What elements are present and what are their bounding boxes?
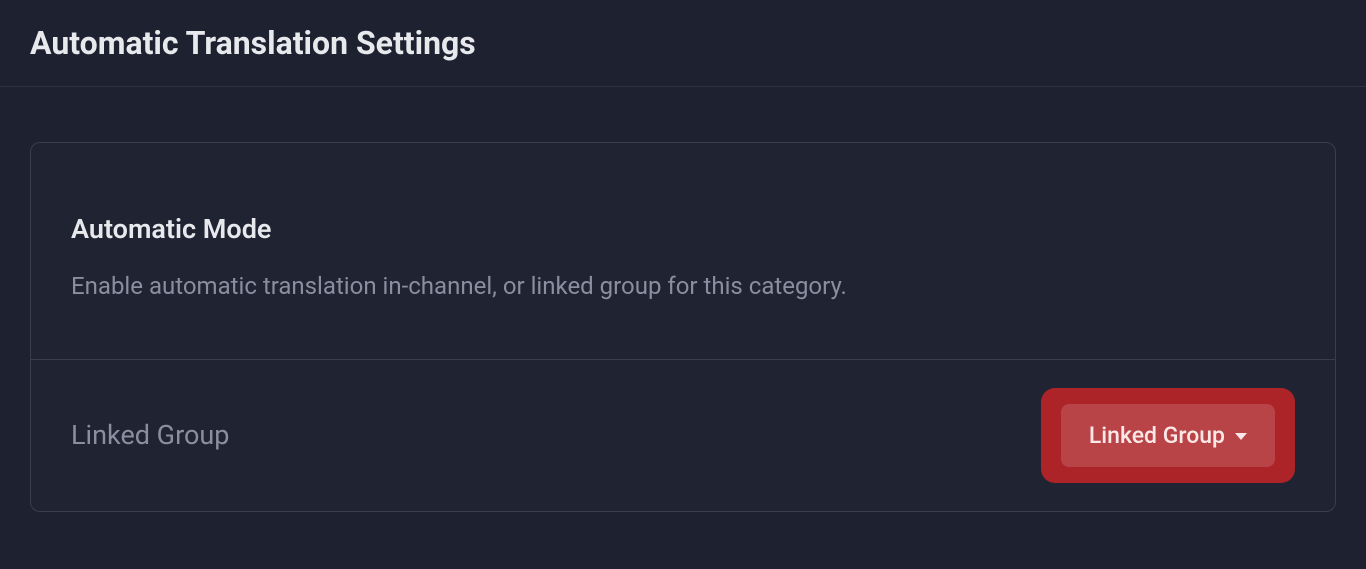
- settings-content: Automatic Mode Enable automatic translat…: [0, 87, 1366, 542]
- page-title: Automatic Translation Settings: [30, 24, 1336, 62]
- automatic-mode-card: Automatic Mode Enable automatic translat…: [30, 142, 1336, 512]
- section-title: Automatic Mode: [71, 213, 1295, 245]
- settings-header: Automatic Translation Settings: [0, 0, 1366, 87]
- section-description: Enable automatic translation in-channel,…: [71, 270, 1295, 304]
- linked-group-dropdown[interactable]: Linked Group: [1061, 404, 1275, 467]
- card-body: Automatic Mode Enable automatic translat…: [31, 143, 1335, 360]
- dropdown-selected-label: Linked Group: [1089, 422, 1225, 449]
- chevron-down-icon: [1235, 433, 1247, 440]
- highlight-annotation: Linked Group: [1041, 388, 1295, 483]
- card-footer: Linked Group Linked Group: [31, 360, 1335, 511]
- linked-group-label: Linked Group: [71, 419, 229, 451]
